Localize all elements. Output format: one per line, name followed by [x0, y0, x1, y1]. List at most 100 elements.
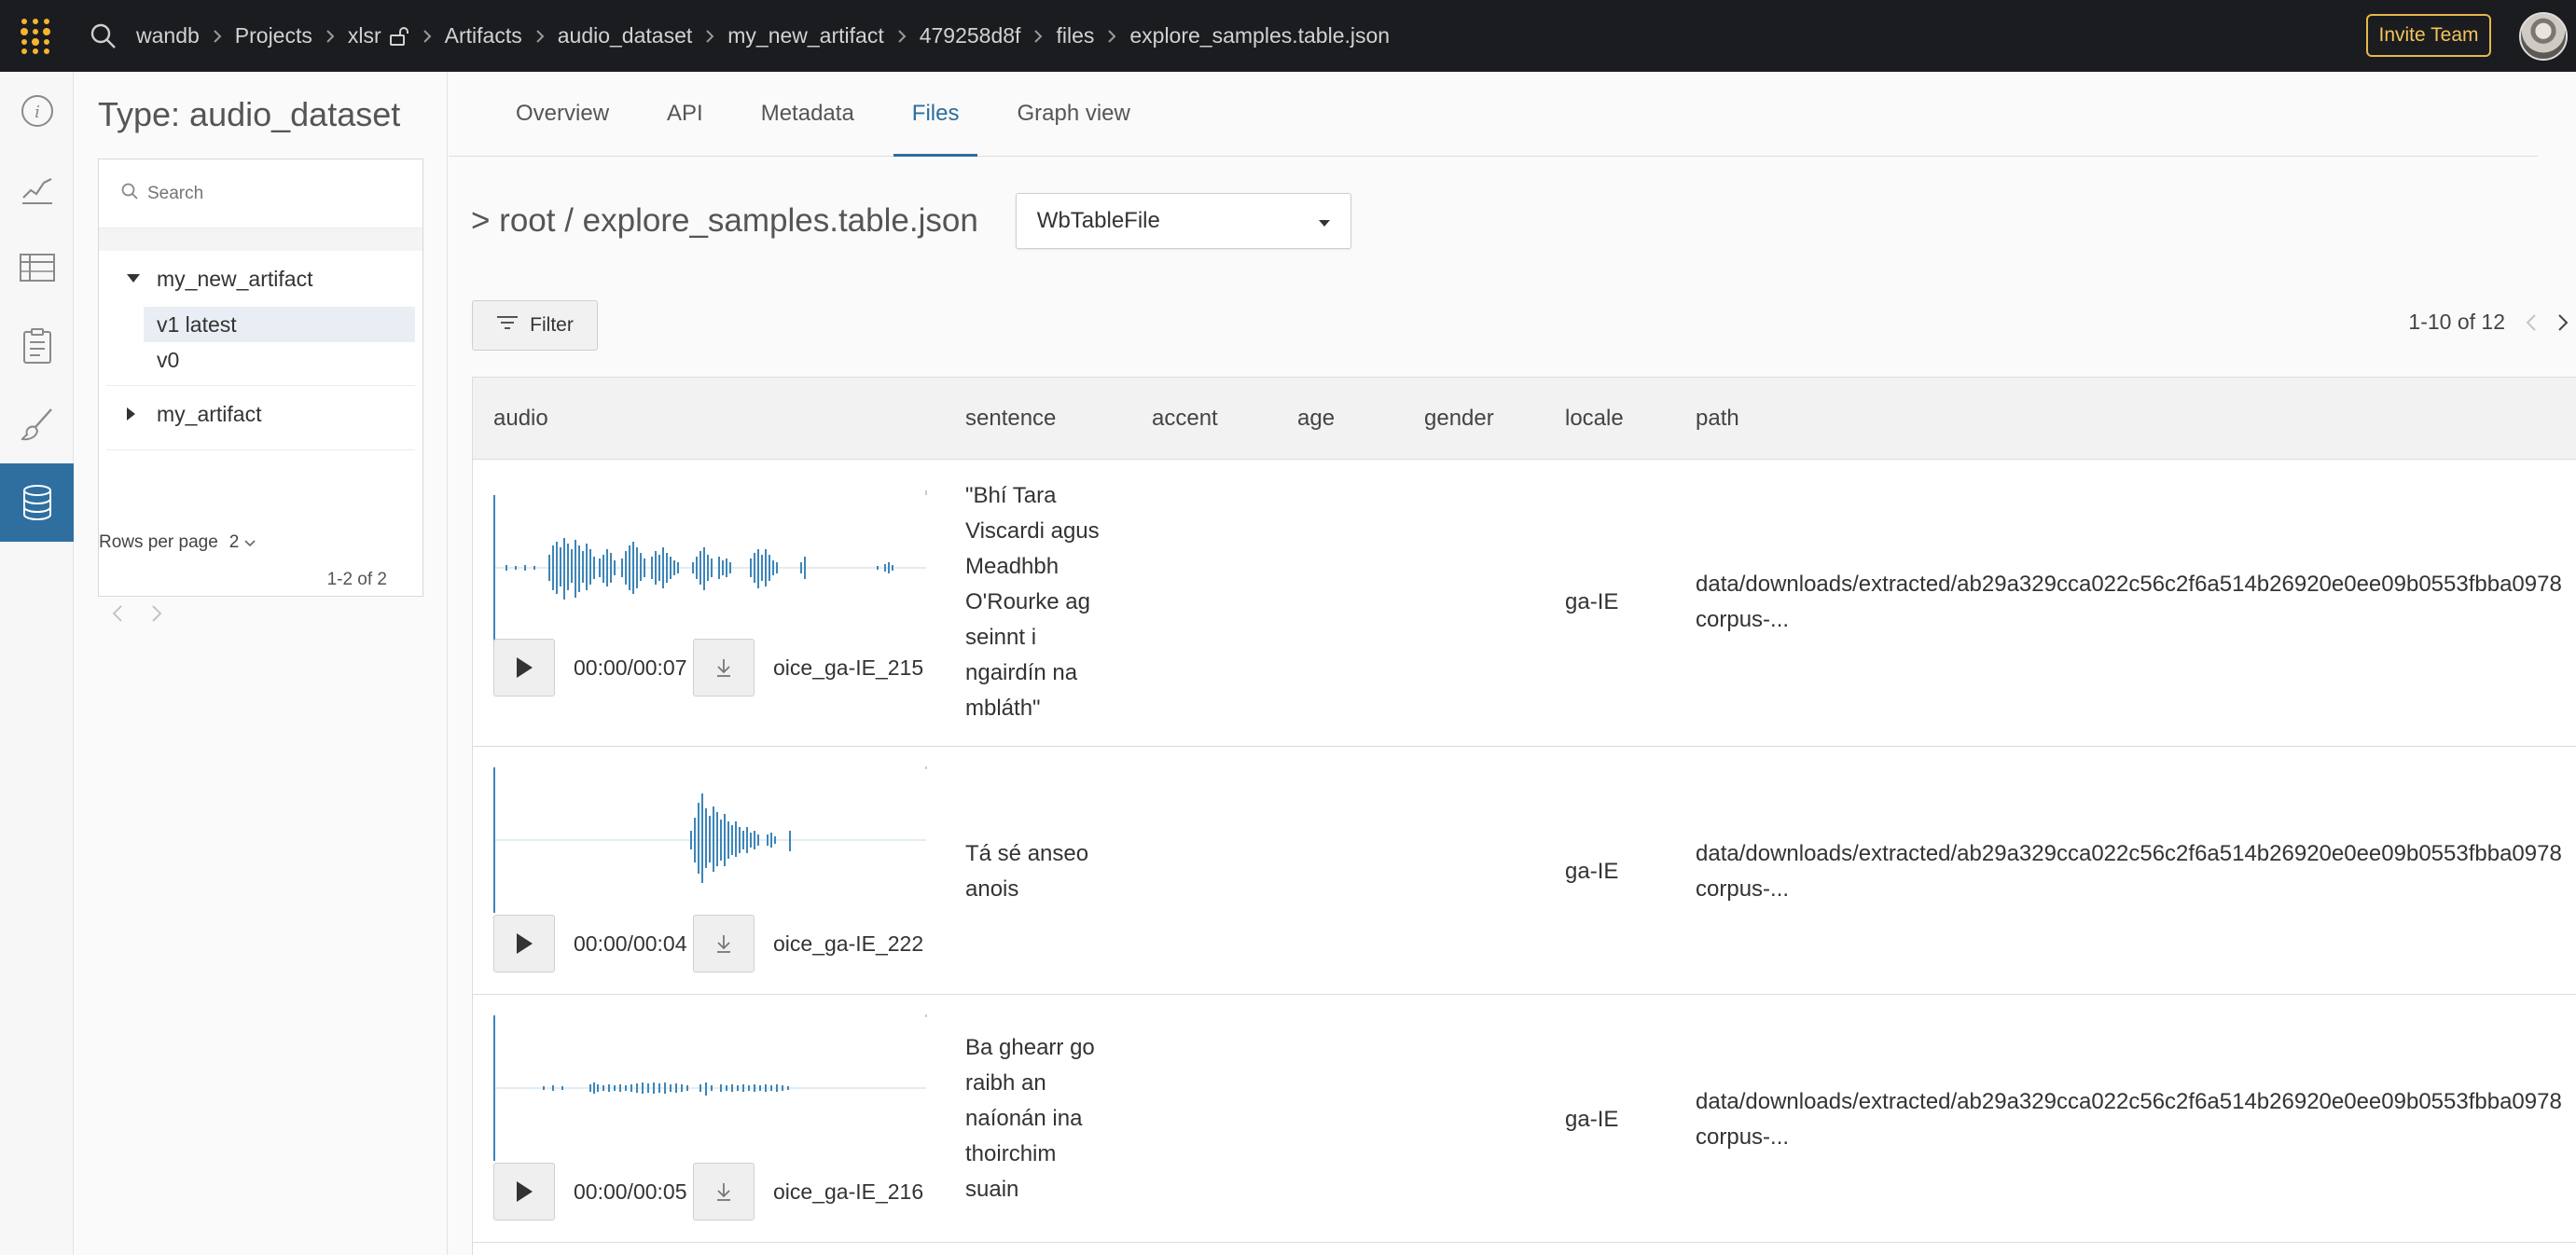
- rows-per-page-select[interactable]: 2: [229, 532, 256, 553]
- audio-time: 00:00/00:07: [574, 655, 687, 680]
- nav-tables[interactable]: [0, 228, 74, 307]
- breadcrumb-file[interactable]: explore_samples.table.json: [1129, 23, 1390, 48]
- audio-waveform[interactable]: [493, 1014, 928, 1163]
- nav-reports[interactable]: [0, 307, 74, 385]
- sentence-line: "Bhí Tara: [965, 483, 1057, 508]
- sentence-line: Tá sé anseo: [965, 841, 1089, 866]
- chevron-left-icon[interactable]: [112, 604, 123, 628]
- caret-right-icon[interactable]: [127, 407, 149, 421]
- column-header-path[interactable]: path: [1696, 378, 1739, 460]
- tab-graph-view[interactable]: Graph view: [998, 71, 1148, 156]
- wandb-logo[interactable]: [0, 0, 71, 72]
- sentence-cell: Tá sé anseo anois: [965, 836, 1088, 907]
- audio-filename: oice_ga-IE_215: [773, 655, 924, 680]
- brush-icon: [20, 408, 52, 441]
- column-header-age[interactable]: age: [1297, 378, 1335, 460]
- table-header: audio sentence accent age gender locale …: [473, 378, 2576, 460]
- invite-team-button[interactable]: Invite Team: [2366, 14, 2491, 57]
- breadcrumb-files[interactable]: files: [1056, 23, 1094, 48]
- audio-player: 00:00/00:04 oice_ga-IE_222: [493, 765, 928, 972]
- type-select[interactable]: WbTableFile: [1015, 193, 1351, 249]
- download-button[interactable]: [693, 639, 755, 696]
- tree-search-input[interactable]: [147, 183, 371, 204]
- chevron-right-icon: [1107, 29, 1116, 44]
- play-button[interactable]: [493, 639, 555, 696]
- path-line: data/downloads/extracted/ab29a329cca022c…: [1696, 1089, 2562, 1114]
- avatar[interactable]: [2519, 12, 2568, 61]
- breadcrumb-artifacts[interactable]: Artifacts: [445, 23, 522, 48]
- artifact-tree: my_new_artifact v1 latest v0 my_artifact…: [98, 159, 423, 622]
- filter-icon: [496, 314, 519, 337]
- data-table: audio sentence accent age gender locale …: [472, 377, 2576, 1255]
- unlock-icon: [389, 26, 409, 47]
- nav-charts[interactable]: [0, 150, 74, 228]
- tree-item-my-new-artifact[interactable]: my_new_artifact: [99, 251, 422, 307]
- download-icon: [717, 659, 730, 677]
- tree-search[interactable]: [99, 159, 422, 228]
- tree-version-v0[interactable]: v0: [144, 342, 415, 378]
- tab-metadata[interactable]: Metadata: [742, 71, 873, 156]
- breadcrumb-wandb[interactable]: wandb: [136, 23, 200, 48]
- filter-button[interactable]: Filter: [472, 300, 598, 351]
- path-cell: data/downloads/extracted/ab29a329cca022c…: [1696, 567, 2567, 638]
- table-pagination: 1-10 of 12: [2408, 310, 2569, 335]
- audio-waveform[interactable]: [493, 490, 928, 646]
- chevron-right-icon[interactable]: [2557, 313, 2569, 332]
- play-button[interactable]: [493, 915, 555, 972]
- nav-overview[interactable]: i: [0, 72, 74, 150]
- chevron-right-icon: [422, 29, 432, 44]
- database-icon: [22, 485, 51, 521]
- breadcrumb-projects[interactable]: Projects: [235, 23, 312, 48]
- caret-down-icon[interactable]: [127, 274, 149, 283]
- search-icon[interactable]: [71, 0, 136, 72]
- sentence-line: O'Rourke ag: [965, 589, 1090, 614]
- column-header-gender[interactable]: gender: [1424, 378, 1494, 460]
- play-icon: [517, 933, 533, 954]
- filter-label: Filter: [530, 314, 574, 336]
- tab-overview[interactable]: Overview: [497, 71, 628, 156]
- tab-files[interactable]: Files: [893, 71, 978, 157]
- file-path-label: > root / explore_samples.table.json: [471, 202, 978, 239]
- breadcrumb-project[interactable]: xlsr: [348, 23, 381, 48]
- play-button[interactable]: [493, 1163, 555, 1221]
- path-line: data/downloads/extracted/ab29a329cca022c…: [1696, 572, 2562, 597]
- column-header-accent[interactable]: accent: [1152, 378, 1218, 460]
- rows-per-page-label: Rows per page: [99, 532, 218, 552]
- path-line: data/downloads/extracted/ab29a329cca022c…: [1696, 841, 2562, 866]
- sentence-line: anois: [965, 876, 1019, 902]
- sentence-line: naíonán ina: [965, 1106, 1083, 1131]
- breadcrumb: wandb Projects xlsr Artifacts audio_data…: [136, 0, 1390, 72]
- path-cell: data/downloads/extracted/ab29a329cca022c…: [1696, 836, 2567, 907]
- tree-version-v1-latest[interactable]: v1 latest: [144, 307, 415, 342]
- breadcrumb-artifact[interactable]: my_new_artifact: [727, 23, 883, 48]
- tree-item-my-artifact[interactable]: my_artifact: [99, 386, 422, 442]
- column-header-audio[interactable]: audio: [493, 378, 548, 460]
- sentence-line: mbláth": [965, 696, 1041, 721]
- nav-artifacts[interactable]: [0, 463, 74, 542]
- download-button[interactable]: [693, 1163, 755, 1221]
- chart-icon: [21, 178, 52, 204]
- column-header-sentence[interactable]: sentence: [965, 378, 1056, 460]
- tab-api[interactable]: API: [648, 71, 722, 156]
- artifact-side-panel: Type: audio_dataset my_new_artifact v1 l…: [75, 72, 448, 1255]
- breadcrumb-version[interactable]: 479258d8f: [920, 23, 1021, 48]
- audio-filename: oice_ga-IE_222: [773, 931, 924, 956]
- chevron-right-icon: [535, 29, 545, 44]
- audio-controls: 00:00/00:04 oice_ga-IE_222: [493, 915, 926, 972]
- audio-time: 00:00/00:05: [574, 1179, 687, 1204]
- sentence-line: raibh an: [965, 1070, 1046, 1096]
- table-row: 00:00/00:04 oice_ga-IE_222 Tá sé anseo a…: [473, 747, 2576, 995]
- info-icon: i: [21, 95, 53, 127]
- path-line: corpus-...: [1696, 607, 1790, 632]
- divider: [106, 449, 415, 450]
- column-header-locale[interactable]: locale: [1565, 378, 1624, 460]
- nav-sweeps[interactable]: [0, 385, 74, 463]
- chevron-right-icon[interactable]: [151, 604, 162, 628]
- chevron-left-icon[interactable]: [2526, 313, 2537, 332]
- type-select-value: WbTableFile: [1036, 208, 1160, 233]
- breadcrumb-artifact-type[interactable]: audio_dataset: [558, 23, 693, 48]
- left-nav: i: [0, 72, 74, 1255]
- audio-waveform[interactable]: [493, 765, 928, 915]
- download-button[interactable]: [693, 915, 755, 972]
- path-cell: data/downloads/extracted/ab29a329cca022c…: [1696, 1084, 2567, 1155]
